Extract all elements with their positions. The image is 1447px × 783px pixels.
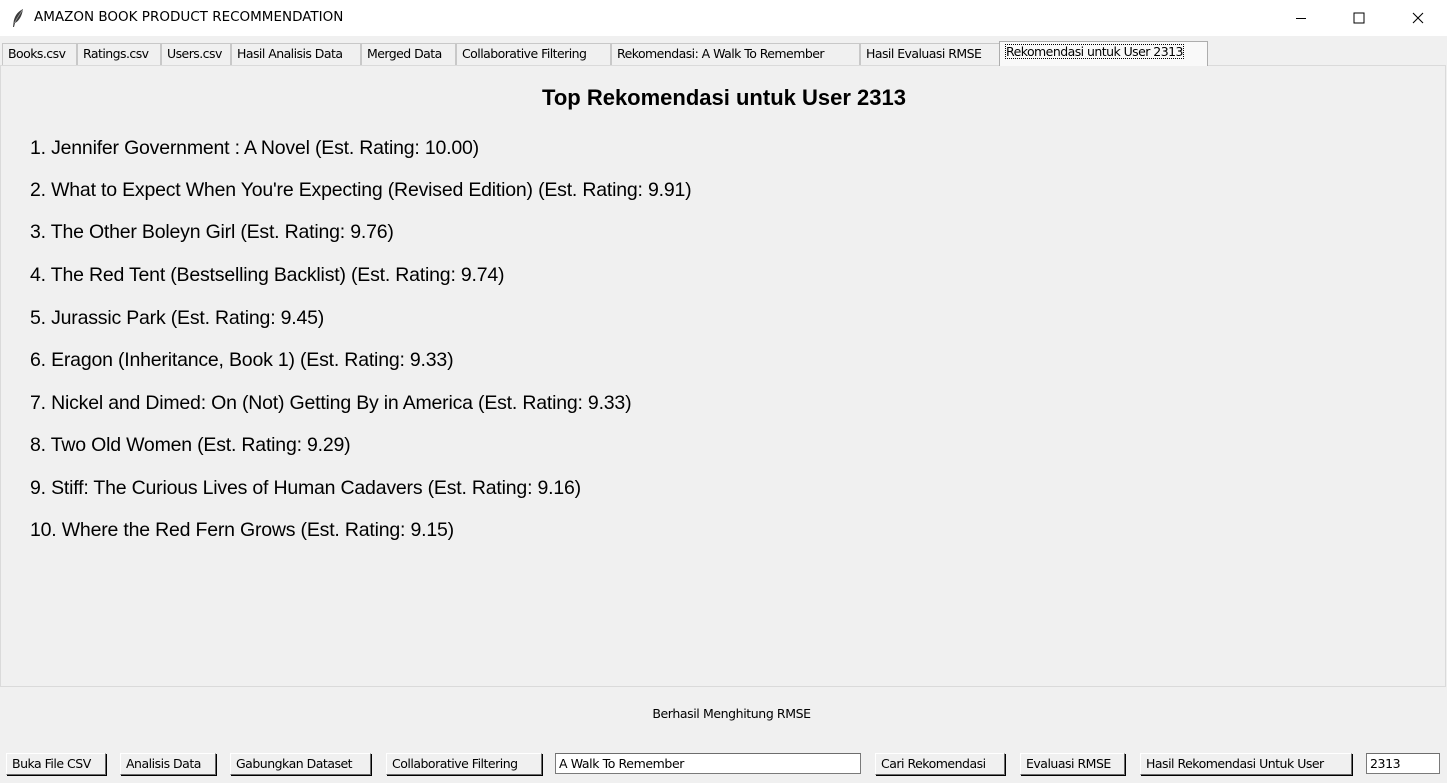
book-title-input[interactable]: A Walk To Remember (555, 753, 861, 774)
merge-dataset-button[interactable]: Gabungkan Dataset (230, 753, 371, 775)
tab-books-csv[interactable]: Books.csv (2, 43, 77, 65)
tab-rekomendasi-user[interactable]: Rekomendasi untuk User 2313 (999, 41, 1208, 66)
find-recommendation-button[interactable]: Cari Rekomendasi (875, 753, 1005, 775)
recommendation-item: 9. Stiff: The Curious Lives of Human Cad… (30, 477, 581, 499)
feather-icon (11, 8, 25, 28)
analyze-data-button[interactable]: Analisis Data (120, 753, 216, 775)
close-icon (1412, 9, 1424, 28)
recommendation-item: 6. Eragon (Inheritance, Book 1) (Est. Ra… (30, 349, 454, 371)
tab-hasil-evaluasi-rmse[interactable]: Hasil Evaluasi RMSE (860, 43, 1000, 65)
user-id-input[interactable]: 2313 (1366, 753, 1440, 774)
page-title: Top Rekomendasi untuk User 2313 (542, 85, 906, 110)
minimize-icon (1295, 9, 1307, 28)
recommendation-item: 5. Jurassic Park (Est. Rating: 9.45) (30, 307, 325, 329)
maximize-icon (1353, 9, 1365, 28)
status-label: Berhasil Menghitung RMSE (652, 706, 811, 721)
tab-users-csv[interactable]: Users.csv (161, 43, 231, 65)
recommendation-item: 10. Where the Red Fern Grows (Est. Ratin… (30, 519, 454, 541)
recommendation-item: 8. Two Old Women (Est. Rating: 9.29) (30, 434, 351, 456)
open-csv-button[interactable]: Buka File CSV (6, 753, 106, 775)
recommendation-item: 2. What to Expect When You're Expecting … (30, 179, 692, 201)
collaborative-filtering-button[interactable]: Collaborative Filtering (386, 753, 542, 775)
recommendation-item: 3. The Other Boleyn Girl (Est. Rating: 9… (30, 221, 394, 243)
tab-ratings-csv[interactable]: Ratings.csv (77, 43, 161, 65)
tab-collaborative-filtering[interactable]: Collaborative Filtering (456, 43, 611, 65)
tab-hasil-analisis-data[interactable]: Hasil Analisis Data (231, 43, 361, 65)
tab-content-panel: Top Rekomendasi untuk User 2313 1. Jenni… (0, 65, 1446, 687)
recommendation-item: 7. Nickel and Dimed: On (Not) Getting By… (30, 392, 632, 414)
title-bar: AMAZON BOOK PRODUCT RECOMMENDATION (0, 0, 1447, 36)
window-title: AMAZON BOOK PRODUCT RECOMMENDATION (34, 9, 344, 25)
close-button[interactable] (1389, 0, 1447, 36)
notebook-tabs: Books.csv Ratings.csv Users.csv Hasil An… (0, 40, 1447, 66)
maximize-button[interactable] (1330, 0, 1388, 36)
minimize-button[interactable] (1272, 0, 1330, 36)
recommendation-item: 4. The Red Tent (Bestselling Backlist) (… (30, 264, 505, 286)
user-recommendation-button[interactable]: Hasil Rekomendasi Untuk User (1140, 753, 1352, 775)
tab-rekomendasi-walk-to-remember[interactable]: Rekomendasi: A Walk To Remember (611, 43, 860, 65)
recommendation-item: 1. Jennifer Government : A Novel (Est. R… (30, 137, 479, 159)
evaluate-rmse-button[interactable]: Evaluasi RMSE (1020, 753, 1125, 775)
tab-merged-data[interactable]: Merged Data (361, 43, 456, 65)
